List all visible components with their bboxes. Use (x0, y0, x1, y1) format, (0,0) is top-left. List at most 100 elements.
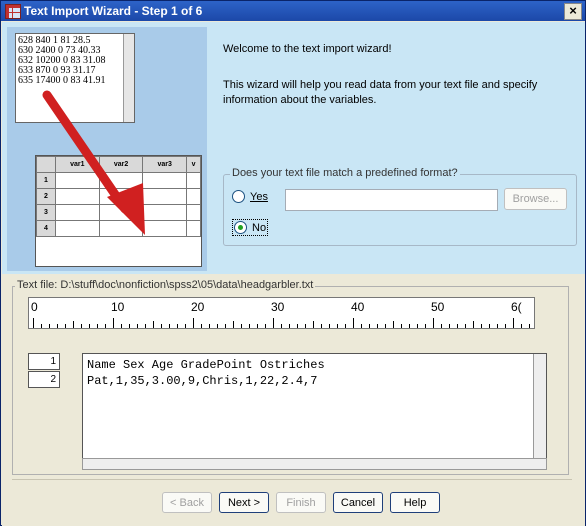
ruler-tick (505, 324, 506, 328)
preview-line: Pat,1,35,3.00,9,Chris,1,22,2.4,7 (87, 374, 318, 388)
ruler-tick (417, 324, 418, 328)
ruler-tick (313, 321, 314, 328)
help-button[interactable]: Help (390, 492, 440, 513)
next-button[interactable]: Next > (219, 492, 269, 513)
preview-vertical-scrollbar[interactable] (533, 354, 546, 466)
ruler-tick (289, 324, 290, 328)
ruler-tick (129, 324, 130, 328)
red-arrow-icon (42, 90, 145, 235)
ruler-tick (409, 324, 410, 328)
ruler-tick (209, 324, 210, 328)
title-bar[interactable]: Text Import Wizard - Step 1 of 6 × (1, 1, 585, 21)
text-file-path: Text file: D:\stuff\doc\nonfiction\spss2… (15, 279, 316, 291)
column-ruler: 0 10 20 30 40 50 6( (28, 297, 535, 329)
ruler-tick (153, 321, 154, 328)
ruler-tick (321, 324, 322, 328)
ruler-tick (217, 324, 218, 328)
ruler-tick (89, 324, 90, 328)
ruler-tick (201, 324, 202, 328)
ruler-label: 40 (351, 300, 365, 314)
back-button[interactable]: < Back (162, 492, 212, 513)
ruler-tick (273, 318, 274, 328)
wizard-description: This wizard will help you read data from… (223, 79, 538, 106)
ruler-tick (433, 318, 434, 328)
ruler-tick (361, 324, 362, 328)
radio-circle-selected[interactable] (234, 221, 247, 234)
ruler-tick (257, 324, 258, 328)
ruler-label: 30 (271, 300, 285, 314)
ruler-tick (169, 324, 170, 328)
ruler-tick (377, 324, 378, 328)
ruler-tick (329, 324, 330, 328)
no-label: No (252, 221, 267, 234)
close-button[interactable]: × (564, 3, 582, 20)
predefined-format-legend: Does your text file match a predefined f… (230, 167, 460, 179)
text-import-wizard-window: Text Import Wizard - Step 1 of 6 × 628 8… (0, 0, 586, 526)
ruler-tick (265, 324, 266, 328)
finish-button[interactable]: Finish (276, 492, 326, 513)
yes-label: Yes (250, 190, 268, 203)
ruler-tick (473, 321, 474, 328)
welcome-text: Welcome to the text import wizard! (223, 43, 392, 55)
ruler-tick (33, 318, 34, 328)
ruler-tick (489, 324, 490, 328)
ruler-tick (225, 324, 226, 328)
footer-divider (12, 479, 572, 480)
ruler-tick (233, 321, 234, 328)
ruler-tick (241, 324, 242, 328)
no-radio[interactable]: No (232, 219, 269, 236)
browse-button[interactable]: Browse... (504, 188, 567, 210)
preview-horizontal-scrollbar[interactable] (82, 458, 547, 470)
ruler-tick (145, 324, 146, 328)
wizard-illustration: 628 840 1 81 28.5 630 2400 0 73 40.33 63… (7, 27, 207, 271)
ruler-label: 10 (111, 300, 125, 314)
intro-panel: 628 840 1 81 28.5 630 2400 0 73 40.33 63… (2, 22, 585, 274)
ruler-label: 20 (191, 300, 205, 314)
ruler-tick (497, 324, 498, 328)
ruler-tick (441, 324, 442, 328)
ruler-tick (73, 321, 74, 328)
wizard-footer: < Back Next > Finish Cancel Help (2, 479, 585, 523)
ruler-tick (521, 324, 522, 328)
ruler-tick (185, 324, 186, 328)
ruler-tick (97, 324, 98, 328)
row-number: 1 (28, 353, 60, 370)
ruler-tick (369, 324, 370, 328)
ruler-tick (161, 324, 162, 328)
radio-circle[interactable] (232, 190, 245, 203)
ruler-label: 0 (31, 300, 38, 314)
ruler-tick (353, 318, 354, 328)
ruler-tick (425, 324, 426, 328)
ruler-tick (513, 318, 514, 328)
ruler-tick (529, 324, 530, 328)
ruler-tick (337, 324, 338, 328)
ruler-tick (121, 324, 122, 328)
ruler-tick (393, 321, 394, 328)
predefined-format-path-input[interactable] (285, 189, 498, 211)
ruler-tick (193, 318, 194, 328)
predefined-format-group: Does your text file match a predefined f… (223, 167, 577, 246)
spreadsheet-icon (5, 4, 21, 19)
row-number: 2 (28, 371, 60, 388)
ruler-tick (465, 324, 466, 328)
ruler-tick (385, 324, 386, 328)
ruler-tick (249, 324, 250, 328)
cancel-button[interactable]: Cancel (333, 492, 383, 513)
ruler-tick (137, 324, 138, 328)
ruler-tick (305, 324, 306, 328)
ruler-label: 50 (431, 300, 445, 314)
ruler-tick (113, 318, 114, 328)
preview-line: Name Sex Age GradePoint Ostriches (87, 358, 325, 372)
ruler-tick (65, 324, 66, 328)
ruler-tick (105, 324, 106, 328)
ruler-tick (41, 324, 42, 328)
ruler-tick (49, 324, 50, 328)
ruler-tick (481, 324, 482, 328)
text-file-preview[interactable]: Name Sex Age GradePoint Ostriches Pat,1,… (82, 353, 547, 467)
ruler-tick (57, 324, 58, 328)
ruler-tick (401, 324, 402, 328)
ruler-tick (345, 324, 346, 328)
yes-radio[interactable]: Yes (232, 190, 268, 203)
ruler-tick (81, 324, 82, 328)
ruler-tick (281, 324, 282, 328)
